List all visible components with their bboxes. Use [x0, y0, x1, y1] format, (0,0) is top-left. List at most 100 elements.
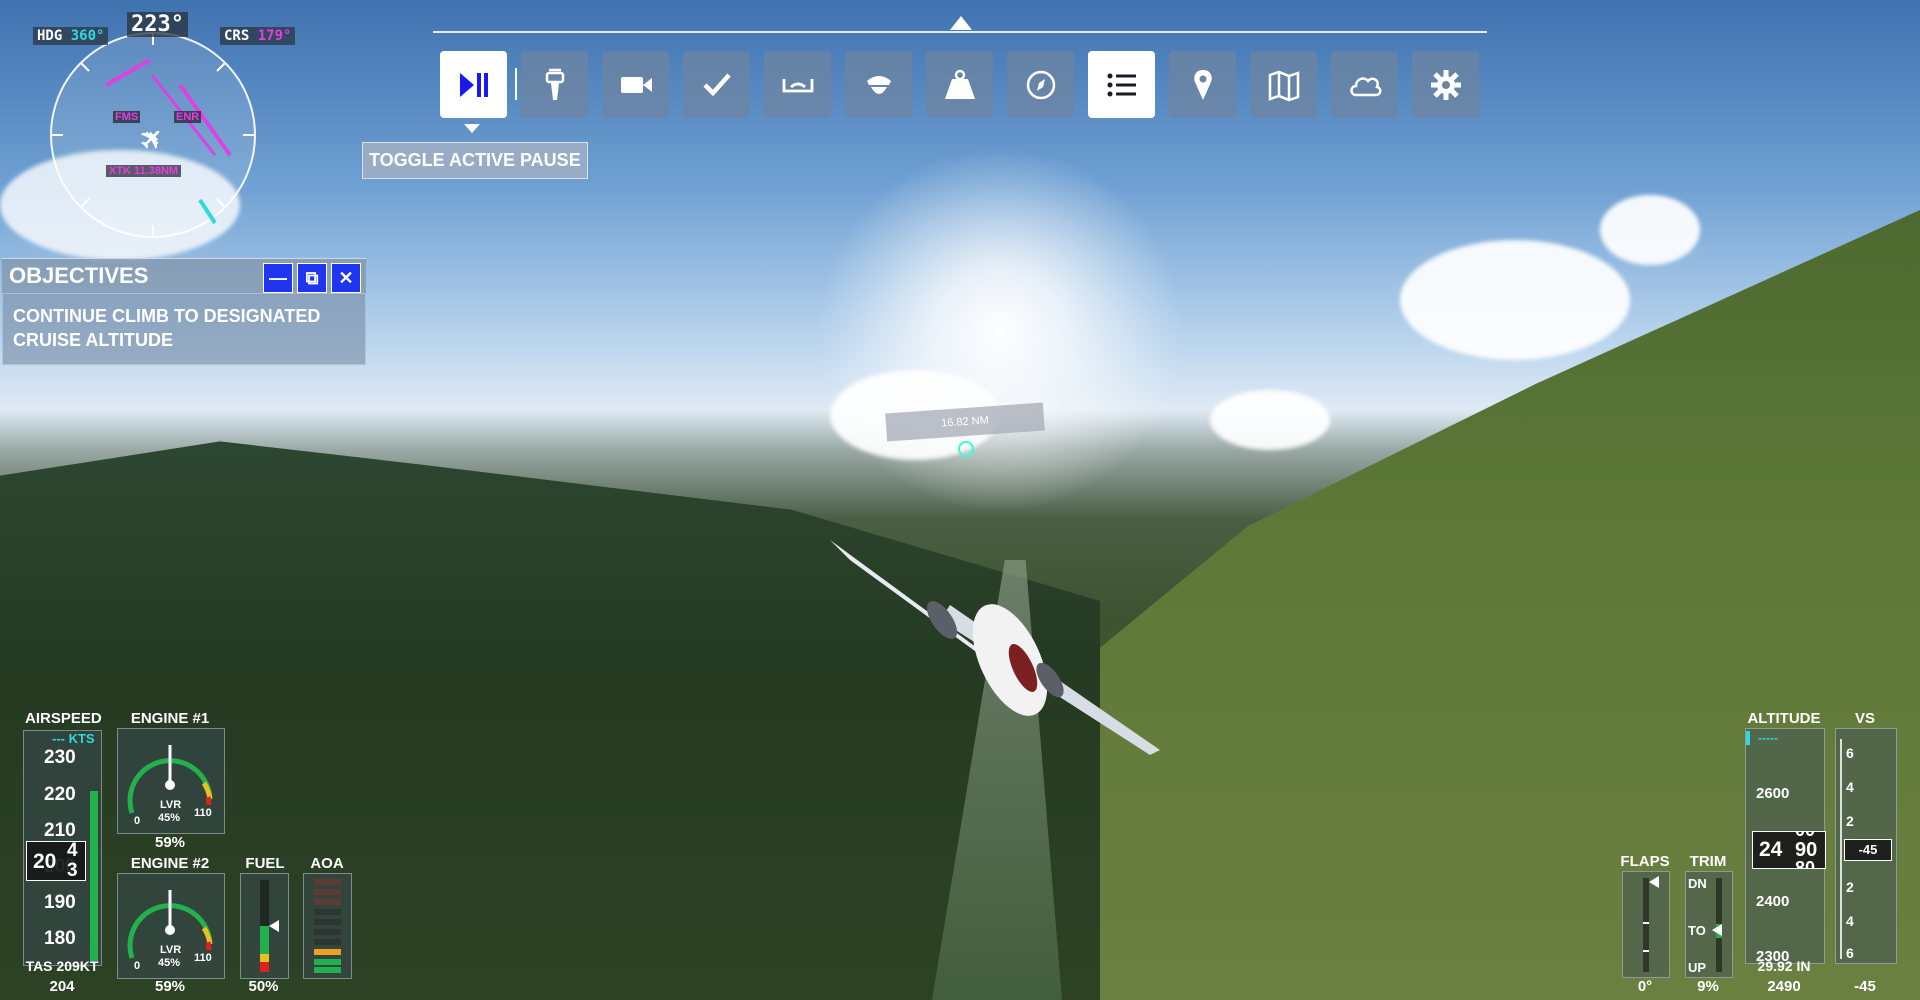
pilot-button[interactable]: [845, 51, 912, 118]
vs-tick: 4: [1846, 779, 1854, 795]
objective-line-1: CONTINUE CLIMB TO DESIGNATED: [13, 306, 321, 326]
trim-up: UP: [1688, 960, 1707, 975]
altitude-label: ALTITUDE: [1747, 710, 1821, 727]
controls-button[interactable]: [764, 51, 831, 118]
tooltip-caret: [464, 124, 480, 133]
toolbar-separator: [515, 68, 517, 100]
popout-button[interactable]: ⧉: [297, 263, 327, 293]
weather-icon: [1349, 76, 1381, 96]
altitude-selected: -----: [1758, 731, 1778, 745]
airspeed-label: AIRSPEED: [25, 710, 102, 727]
navlog-button[interactable]: [1007, 51, 1074, 118]
weight-button[interactable]: [926, 51, 993, 118]
trim-value: 9%: [1697, 978, 1719, 995]
settings-button[interactable]: [1412, 51, 1479, 118]
objective-line-2: CRUISE ALTITUDE: [13, 330, 173, 350]
compass-widget: ✈ HDG 360° CRS 179° 223° FMS ENR XTK 11.…: [10, 5, 310, 255]
altitude-current-main: 24: [1759, 838, 1783, 861]
aoa-seg: [314, 919, 341, 925]
crs-label: CRS: [224, 28, 250, 44]
vs-tick: 2: [1846, 813, 1854, 829]
cloud: [1400, 240, 1630, 360]
sun-glare: [820, 150, 1180, 510]
pause-tooltip: TOGGLE ACTIVE PAUSE: [362, 142, 588, 179]
camera-button[interactable]: [602, 51, 669, 118]
settings-icon: [1430, 69, 1461, 100]
trim-pointer-icon: [1712, 924, 1722, 936]
engine2-max: 110: [194, 952, 212, 964]
toolbar-toggle-caret[interactable]: [950, 16, 972, 30]
aoa-seg: [314, 929, 341, 935]
altitude-value: 2490: [1767, 978, 1801, 995]
crs-readout: CRS 179°: [220, 27, 296, 45]
hdg-readout: HDG 360°: [33, 27, 109, 45]
airspeed-tick: 180: [44, 928, 76, 949]
engine1-lvr: LVR: [160, 799, 182, 811]
vs-label: VS: [1854, 710, 1875, 727]
location-pin-icon: [1193, 69, 1212, 100]
aoa-seg: [314, 879, 341, 885]
objectives-list-icon: [1107, 73, 1136, 96]
airspeed-current-box: 20 4 3: [26, 840, 86, 881]
aoa-label: AOA: [310, 855, 344, 872]
airspeed-tick: 220: [44, 784, 76, 805]
xtk-label: XTK 11.38NM: [106, 165, 182, 177]
flaps-value: 0°: [1637, 978, 1653, 995]
trim-dn: DN: [1688, 876, 1707, 891]
engine2-gauge: LVR 45% 0 110: [117, 873, 225, 979]
minimize-button[interactable]: —: [263, 263, 293, 293]
tas-readout: TAS 209KT: [25, 958, 99, 974]
fuel-bar-low-yellow: [260, 954, 269, 962]
objectives-button[interactable]: [1088, 51, 1155, 118]
trim-label: TRIM: [1689, 853, 1727, 870]
weather-button[interactable]: [1331, 51, 1398, 118]
aoa-gauge: [303, 873, 352, 979]
engine1-gauge: LVR 45% 0 110: [117, 728, 225, 834]
fuel-gauge: [240, 873, 289, 979]
fuel-label: FUEL: [245, 855, 285, 872]
flaps-track: [1643, 878, 1649, 972]
airspeed-tick: 230: [44, 747, 76, 768]
nav-log-icon: [1026, 70, 1055, 99]
objectives-header: OBJECTIVES — ⧉ ✕: [2, 258, 366, 293]
airspeed-unit: --- KTS: [52, 731, 95, 746]
engine1-max: 110: [194, 807, 212, 819]
aoa-seg: [314, 899, 341, 905]
altitude-tick: 2400: [1756, 893, 1790, 910]
controls-icon: [782, 78, 813, 92]
aoa-seg: [314, 889, 341, 895]
pause-button[interactable]: [440, 51, 507, 118]
hdg-label: HDG: [37, 28, 63, 44]
objectives-panel: OBJECTIVES — ⧉ ✕ CONTINUE CLIMB TO DESIG…: [2, 258, 366, 365]
flaps-tick: [1643, 922, 1649, 924]
vfr-map-button[interactable]: [1250, 51, 1317, 118]
vs-value: -45: [1854, 978, 1876, 995]
airspeed-current-b: 4: [67, 840, 78, 861]
aoa-seg: [314, 939, 341, 945]
atc-button[interactable]: [521, 51, 588, 118]
objective-text: CONTINUE CLIMB TO DESIGNATED CRUISE ALTI…: [2, 293, 366, 365]
cloud: [1600, 195, 1700, 265]
close-button[interactable]: ✕: [331, 263, 361, 293]
fuel-pointer-icon: [269, 920, 279, 932]
vs-scale-line: [1840, 739, 1842, 959]
engine1-label: ENGINE #1: [130, 710, 210, 727]
toolbar: [440, 51, 1479, 118]
airspeed-tick: 210: [44, 820, 76, 841]
aoa-seg-active: [314, 967, 341, 973]
airspeed-green-band: [90, 791, 98, 961]
engine2-min: 0: [134, 960, 141, 972]
camera-icon: [620, 76, 652, 93]
aoa-seg-active: [314, 959, 341, 965]
flaps-tick: [1643, 950, 1649, 952]
location-button[interactable]: [1169, 51, 1236, 118]
enr-label: ENR: [174, 111, 202, 123]
fuel-bar-low-red: [260, 962, 269, 972]
fms-label: FMS: [113, 111, 141, 123]
airspeed-current-a: 20: [33, 850, 57, 873]
atc-tower-icon: [545, 68, 564, 100]
flaps-gauge: [1622, 871, 1670, 978]
airspeed-value: 204: [49, 978, 75, 995]
checklist-button[interactable]: [683, 51, 750, 118]
waypoint-icon: [958, 441, 974, 457]
